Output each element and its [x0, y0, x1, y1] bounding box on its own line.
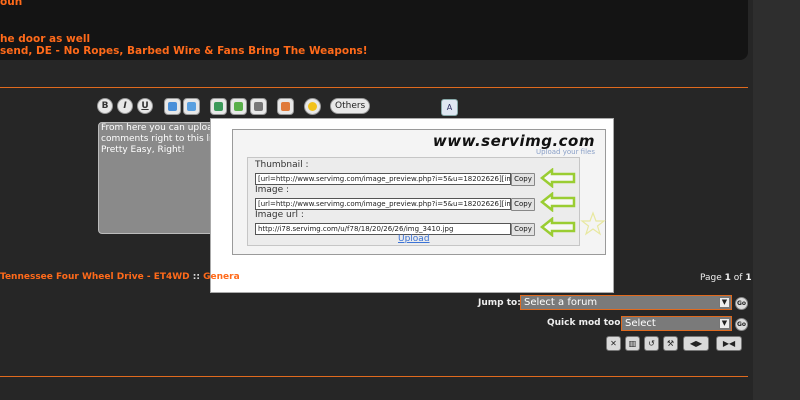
split-topic-button[interactable]: ◀▶ [683, 336, 709, 351]
trash-icon: ▥ [628, 339, 637, 348]
star-icon [580, 211, 606, 236]
video-button[interactable] [183, 98, 200, 115]
play-icon [187, 102, 196, 111]
trash-topic-button[interactable]: ▥ [625, 336, 640, 351]
link-icon [254, 102, 263, 111]
smiley-button[interactable] [304, 98, 321, 115]
speech-bubble-icon [168, 102, 177, 111]
divider [0, 376, 748, 377]
delete-icon: ✕ [610, 339, 617, 348]
delete-topic-button[interactable]: ✕ [606, 336, 621, 351]
split-arrows-icon: ◀▶ [689, 339, 703, 348]
post-content-block: oun he door as well send, DE - No Ropes,… [0, 0, 748, 60]
thumbnail-code-field[interactable]: [url=http://www.servimg.com/image_previe… [255, 173, 511, 185]
image-button[interactable] [210, 98, 227, 115]
smiley-icon [308, 102, 317, 111]
arrow-left-icon [540, 217, 576, 237]
page-of: of [730, 273, 746, 283]
post-text-line: oun [0, 0, 23, 8]
page-prefix: Page [700, 273, 725, 283]
breadcrumb: Tennessee Four Wheel Drive - ET4WD :: Ge… [0, 272, 240, 282]
copy-image-url-button[interactable]: Copy [511, 223, 535, 236]
divider [0, 87, 748, 88]
breadcrumb-forum-link[interactable]: Tennessee Four Wheel Drive - ET4WD [0, 272, 190, 282]
bold-button[interactable]: B [97, 98, 113, 114]
chevron-down-icon: ▼ [719, 318, 730, 329]
lock-topic-button[interactable]: ↺ [644, 336, 659, 351]
quick-mod-select[interactable]: Select ▼ [621, 316, 732, 331]
upload-image-button[interactable] [230, 98, 247, 115]
picture-icon [234, 102, 243, 111]
arrow-left-icon [540, 168, 576, 188]
page-total: 1 [745, 273, 752, 283]
others-button[interactable]: Others [330, 98, 371, 114]
merge-arrows-icon: ▶◀ [722, 339, 736, 348]
quick-mod-tools-label: Quick mod tools: [547, 318, 633, 328]
image-label: Image : [255, 185, 290, 195]
image-url-field[interactable]: http://i78.servimg.com/u/f78/18/20/26/26… [255, 223, 511, 235]
table-icon [281, 102, 290, 111]
underline-button[interactable]: U [137, 98, 153, 114]
thumbnail-label: Thumbnail : [255, 160, 309, 170]
copy-image-button[interactable]: Copy [511, 198, 535, 211]
jump-to-value: Select a forum [524, 297, 598, 308]
post-text-line: send, DE - No Ropes, Barbed Wire & Fans … [0, 45, 368, 57]
table-button[interactable] [277, 98, 294, 115]
quick-mod-value: Select [625, 318, 656, 329]
image-icon [214, 102, 223, 111]
move-topic-button[interactable]: ⚒ [663, 336, 678, 351]
post-text-line: he door as well [0, 33, 91, 45]
jump-to-label: Jump to: [478, 298, 521, 308]
italic-button[interactable]: I [117, 98, 133, 114]
merge-topic-button[interactable]: ▶◀ [716, 336, 742, 351]
upload-link[interactable]: Upload [398, 234, 430, 244]
copy-thumbnail-button[interactable]: Copy [511, 173, 535, 186]
wrench-icon: ⚒ [666, 339, 675, 348]
breadcrumb-section-link[interactable]: Genera [203, 272, 240, 282]
jump-to-select[interactable]: Select a forum ▼ [520, 295, 732, 310]
image-url-label: Image url : [255, 210, 304, 220]
breadcrumb-separator: :: [189, 272, 204, 282]
lock-icon: ↺ [648, 339, 655, 348]
page-indicator: Page 1 of 1 [700, 273, 752, 283]
quick-mod-go-button[interactable]: Go [735, 318, 748, 331]
chevron-down-icon: ▼ [719, 297, 730, 308]
arrow-left-icon [540, 192, 576, 212]
right-sidebar [753, 0, 800, 400]
servimg-logo: www.servimg.com Upload your files [433, 132, 595, 156]
quote-button[interactable] [164, 98, 181, 115]
link-button[interactable] [250, 98, 267, 115]
upload-result-form: Thumbnail : [url=http://www.servimg.com/… [247, 157, 580, 246]
image-code-field[interactable]: [url=http://www.servimg.com/image_previe… [255, 198, 511, 210]
jump-go-button[interactable]: Go [735, 297, 748, 310]
font-size-button[interactable]: A [441, 99, 458, 116]
